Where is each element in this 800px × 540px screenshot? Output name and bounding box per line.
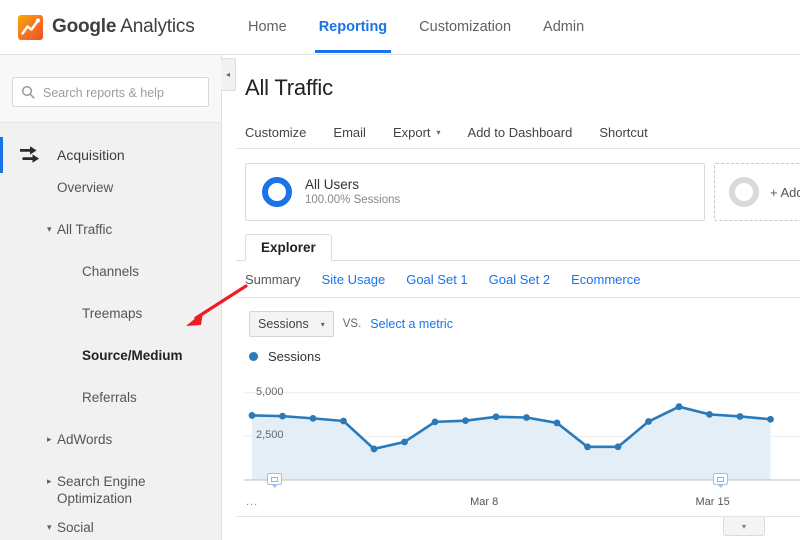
metric-selector-bar: Sessions ▾ VS. Select a metric xyxy=(236,298,800,337)
sidebar-item-source-medium[interactable]: Source/Medium xyxy=(0,341,221,383)
google-analytics-logo-icon xyxy=(18,14,43,40)
chevron-right-icon: ▸ xyxy=(47,434,52,444)
chart-collapse-button[interactable]: ▾ xyxy=(723,517,765,536)
add-segment-label: + Add Segment xyxy=(770,184,800,200)
google-analytics-app: Google Analytics Home Reporting Customiz… xyxy=(0,0,800,540)
sidebar-item-channels[interactable]: Channels xyxy=(0,257,221,299)
sidebar-item-label: All Traffic xyxy=(57,222,113,237)
subtab-goal-set-2[interactable]: Goal Set 2 xyxy=(489,272,550,287)
segment-percentage: 100.00% Sessions xyxy=(305,193,401,206)
email-button[interactable]: Email xyxy=(333,125,366,140)
sidebar-item-treemaps[interactable]: Treemaps xyxy=(0,299,221,341)
explorer-tabstrip: Explorer xyxy=(236,234,800,261)
sessions-line-chart[interactable]: 5,000 2,500 ... Mar 8 Mar 15 xyxy=(236,368,800,516)
add-to-dashboard-label: Add to Dashboard xyxy=(467,124,573,140)
chevron-down-icon: ▾ xyxy=(47,522,52,532)
search-icon xyxy=(21,85,35,99)
segment-text: All Users 100.00% Sessions xyxy=(305,177,400,208)
sidebar-collapse-button[interactable]: ◂ xyxy=(221,58,236,91)
annotation-note-icon xyxy=(271,476,279,482)
y-axis-tick-5000: 5,000 xyxy=(256,385,284,398)
top-header-bar: Google Analytics Home Reporting Customiz… xyxy=(0,0,800,55)
sidebar-section-acquisition[interactable]: Acquisition xyxy=(0,137,221,173)
sidebar-item-search-engine-optimization[interactable]: ▸ Search Engine Optimization xyxy=(0,467,221,513)
report-toolbar: Customize Email Export ▾ Add to Dashboar… xyxy=(236,116,800,149)
legend-color-dot xyxy=(249,352,258,361)
sidebar-search-area xyxy=(0,55,221,123)
chart-legend: Sessions xyxy=(236,337,800,364)
email-label: Email xyxy=(333,124,366,140)
export-label: Export xyxy=(392,124,431,140)
add-to-dashboard-button[interactable]: Add to Dashboard xyxy=(468,125,573,140)
top-navigation: Home Reporting Customization Admin xyxy=(232,0,600,55)
left-sidebar: Acquisition Overview ▾ All Traffic Chann… xyxy=(0,55,222,540)
chevron-down-icon: ▾ xyxy=(320,319,325,329)
sidebar-item-referrals[interactable]: Referrals xyxy=(0,383,221,425)
sidebar-item-label: Source/Medium xyxy=(82,348,183,363)
page-title: All Traffic xyxy=(245,75,333,100)
shortcut-label: Shortcut xyxy=(599,124,648,140)
subtab-site-usage[interactable]: Site Usage xyxy=(322,272,386,287)
chevron-down-icon: ▾ xyxy=(47,224,52,234)
sidebar-section-label: Acquisition xyxy=(57,147,125,163)
sidebar-item-all-traffic[interactable]: ▾ All Traffic xyxy=(0,215,221,257)
chevron-left-icon: ◂ xyxy=(225,70,230,79)
chart-annotation-marker[interactable] xyxy=(712,473,728,488)
metric-dropdown-value: Sessions xyxy=(258,317,309,331)
brand-text: Google Analytics xyxy=(52,16,195,38)
subtab-goal-set-1[interactable]: Goal Set 1 xyxy=(406,272,467,287)
x-axis-ellipsis: ... xyxy=(246,496,259,508)
customize-label: Customize xyxy=(245,124,307,140)
sidebar-nav: Acquisition Overview ▾ All Traffic Chann… xyxy=(0,123,221,540)
main-content: All Traffic Customize Email Export ▾ Add… xyxy=(236,55,800,540)
customize-button[interactable]: Customize xyxy=(245,125,306,140)
sidebar-item-label: Search Engine Optimization xyxy=(57,474,146,506)
segment-donut-icon xyxy=(262,177,292,207)
shortcut-button[interactable]: Shortcut xyxy=(599,125,647,140)
report-subtabs: Summary Site Usage Goal Set 1 Goal Set 2… xyxy=(236,261,800,298)
y-axis-tick-2500: 2,500 xyxy=(256,429,284,442)
sidebar-item-social[interactable]: ▾ Social xyxy=(0,513,221,540)
nav-reporting[interactable]: Reporting xyxy=(303,0,403,53)
sidebar-item-label: AdWords xyxy=(57,432,113,447)
chevron-down-icon: ▾ xyxy=(436,127,441,137)
segment-name: All Users xyxy=(305,176,360,192)
metric-dropdown[interactable]: Sessions ▾ xyxy=(249,311,334,337)
search-box[interactable] xyxy=(12,77,209,108)
sidebar-item-label: Social xyxy=(57,520,94,535)
subtab-summary[interactable]: Summary xyxy=(245,272,301,287)
chart-footer: ▾ xyxy=(236,516,800,539)
chevron-down-icon: ▾ xyxy=(741,521,746,531)
x-axis-tick-mar-8: Mar 8 xyxy=(470,496,499,508)
sidebar-item-label: Channels xyxy=(82,264,140,279)
export-button[interactable]: Export ▾ xyxy=(393,125,441,140)
select-a-metric-link[interactable]: Select a metric xyxy=(370,317,453,331)
sidebar-item-label: Referrals xyxy=(82,390,137,405)
nav-customization[interactable]: Customization xyxy=(403,0,527,36)
segment-bar: All Users 100.00% Sessions + Add Segment xyxy=(236,163,800,221)
sidebar-item-overview[interactable]: Overview xyxy=(0,173,221,215)
vs-label: VS. xyxy=(342,318,362,330)
brand-light: Analytics xyxy=(116,16,195,37)
acquisition-arrows-icon xyxy=(20,146,40,163)
brand-bold: Google xyxy=(52,16,117,37)
legend-label: Sessions xyxy=(268,349,321,364)
sidebar-item-adwords[interactable]: ▸ AdWords xyxy=(0,425,221,467)
segment-card-all-users[interactable]: All Users 100.00% Sessions xyxy=(245,163,705,221)
search-input[interactable] xyxy=(41,78,202,108)
brand-logo[interactable]: Google Analytics xyxy=(18,13,195,41)
chart-annotation-marker[interactable] xyxy=(267,473,283,488)
nav-home[interactable]: Home xyxy=(232,0,303,36)
add-segment-donut-icon xyxy=(729,177,759,207)
subtab-ecommerce[interactable]: Ecommerce xyxy=(571,272,640,287)
sidebar-item-label: Treemaps xyxy=(82,306,143,321)
tab-explorer[interactable]: Explorer xyxy=(245,234,332,261)
annotation-note-icon xyxy=(716,476,724,482)
sidebar-item-label: Overview xyxy=(57,180,114,195)
chevron-right-icon: ▸ xyxy=(47,476,52,486)
add-segment-button[interactable]: + Add Segment xyxy=(714,163,800,221)
nav-admin[interactable]: Admin xyxy=(527,0,600,36)
x-axis-tick-mar-15: Mar 15 xyxy=(695,496,730,508)
